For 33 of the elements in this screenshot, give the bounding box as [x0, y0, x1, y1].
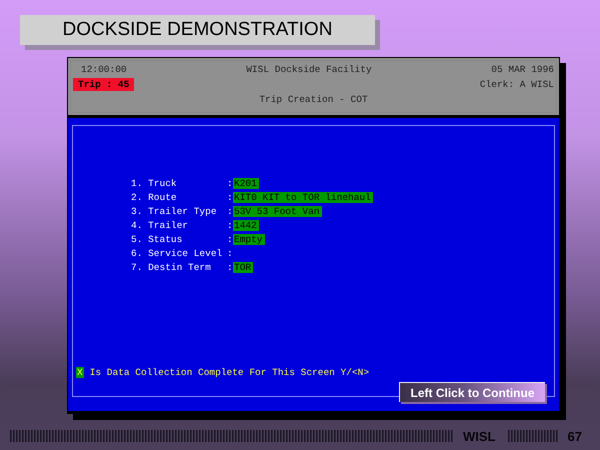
field-value[interactable]: K201: [233, 178, 259, 188]
clerk-name: Clerk: A WISL: [480, 79, 554, 90]
field-value[interactable]: Empty: [233, 234, 265, 244]
trip-badge: Trip : 45: [73, 78, 134, 91]
field-value[interactable]: TOR: [233, 262, 254, 272]
slide-title: DOCKSIDE DEMONSTRATION: [20, 15, 375, 45]
facility-name: WISL Dockside Facility: [246, 64, 372, 75]
field-label: 6. Service Level: [131, 248, 224, 258]
field-label: 7. Destin Term: [131, 262, 212, 272]
colon: :: [227, 178, 233, 188]
screen-title: Trip Creation - COT: [259, 94, 368, 105]
colon: :: [227, 192, 233, 202]
field-value[interactable]: 1442: [233, 220, 259, 230]
stripe-pattern: [508, 430, 558, 442]
cursor-field[interactable]: X: [76, 367, 84, 378]
field-label: 3. Trailer Type: [131, 206, 218, 216]
field-label: 2. Route: [131, 192, 178, 202]
continue-button[interactable]: Left Click to Continue: [399, 382, 545, 402]
prompt-text: Is Data Collection Complete For This Screen Y/<N>: [90, 367, 370, 378]
date: 05 MAR 1996: [491, 64, 554, 75]
footer-label: WISL: [463, 428, 496, 444]
colon: :: [227, 262, 233, 272]
field-value[interactable]: 53V 53 Foot Van: [233, 206, 322, 216]
colon: :: [227, 248, 233, 258]
field-value[interactable]: KIT0 KIT to TOR linehaul: [233, 192, 373, 202]
colon: :: [227, 206, 233, 216]
clock-time: 12:00:00: [80, 64, 127, 75]
field-label: 5. Status: [131, 234, 184, 244]
field-label: 1. Truck: [131, 178, 178, 188]
colon: :: [227, 234, 233, 244]
colon: :: [227, 220, 233, 230]
field-label: 4. Trailer: [131, 220, 190, 230]
page-number: 67: [568, 428, 582, 444]
